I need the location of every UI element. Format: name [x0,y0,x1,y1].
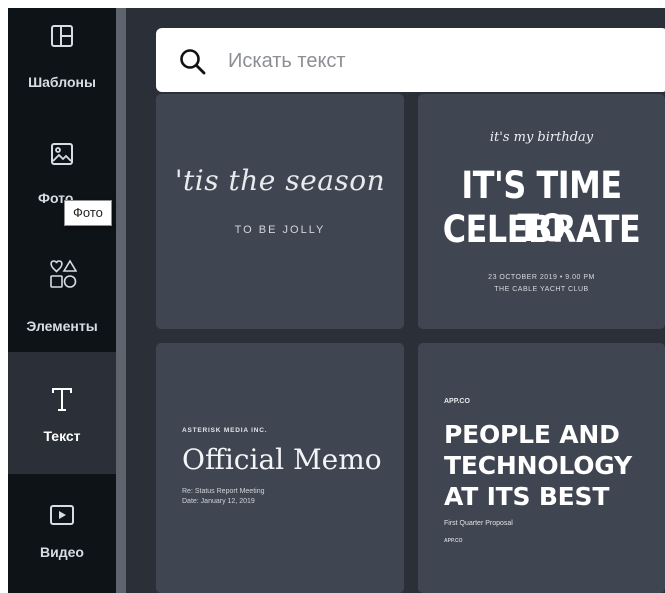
text-template-season[interactable]: 'tis the season TO BE JOLLY [156,94,404,329]
template-heading-line-2: TECHNOLOGY [444,451,632,480]
search-input[interactable] [226,40,650,82]
template-heading-line-2: CELEBRATE [442,208,641,251]
text-icon [8,386,116,420]
elements-icon [8,258,116,292]
text-template-birthday[interactable]: it's my birthday IT'S TIME TO CELEBRATE … [418,94,665,329]
sidebar: Шаблоны Фото Элементы Текст Видео [8,8,116,593]
template-title: 'tis the season [174,164,386,197]
tooltip: Фото [64,200,112,226]
template-venue: THE CABLE YACHT CLUB [494,286,589,293]
template-heading-line-1: PEOPLE AND [444,420,620,449]
template-footer: APP.CO [444,538,463,544]
sidebar-item-label: Шаблоны [28,74,96,90]
sidebar-item-video[interactable]: Видео [8,474,116,593]
template-kicker: ASTERISK MEDIA INC. [182,427,268,434]
template-brand: APP.CO [444,398,470,405]
text-template-people[interactable]: APP.CO PEOPLE AND TECHNOLOGY AT ITS BEST… [418,343,665,593]
sidebar-item-elements[interactable]: Элементы [8,244,116,352]
template-script-line: it's my birthday [489,130,594,145]
template-date: 23 OCTOBER 2019 • 9.00 PM [488,274,595,281]
app-window: Шаблоны Фото Элементы Текст Видео Искать… [8,8,665,593]
search-bar[interactable] [156,28,665,92]
photo-icon [8,142,116,176]
template-detail-line: Date: January 12, 2019 [182,498,255,505]
video-icon [8,504,116,538]
sidebar-item-label: Текст [43,428,81,444]
text-template-memo[interactable]: ASTERISK MEDIA INC. Official Memo Re: St… [156,343,404,593]
template-subtitle: First Quarter Proposal [444,520,513,527]
template-subtitle: TO BE JOLLY [234,224,326,236]
template-detail-line: Re: Status Report Meeting [182,488,265,495]
sidebar-scrollbar[interactable] [116,8,126,593]
sidebar-item-label: Элементы [26,318,98,334]
template-title: Official Memo [182,443,382,476]
search-icon [180,49,206,75]
sidebar-item-text[interactable]: Текст [8,352,116,474]
templates-icon [8,24,116,58]
sidebar-item-photo[interactable]: Фото [8,126,116,244]
sidebar-item-templates[interactable]: Шаблоны [8,8,116,126]
sidebar-item-label: Видео [40,544,84,560]
template-heading-line-3: AT ITS BEST [444,482,610,511]
